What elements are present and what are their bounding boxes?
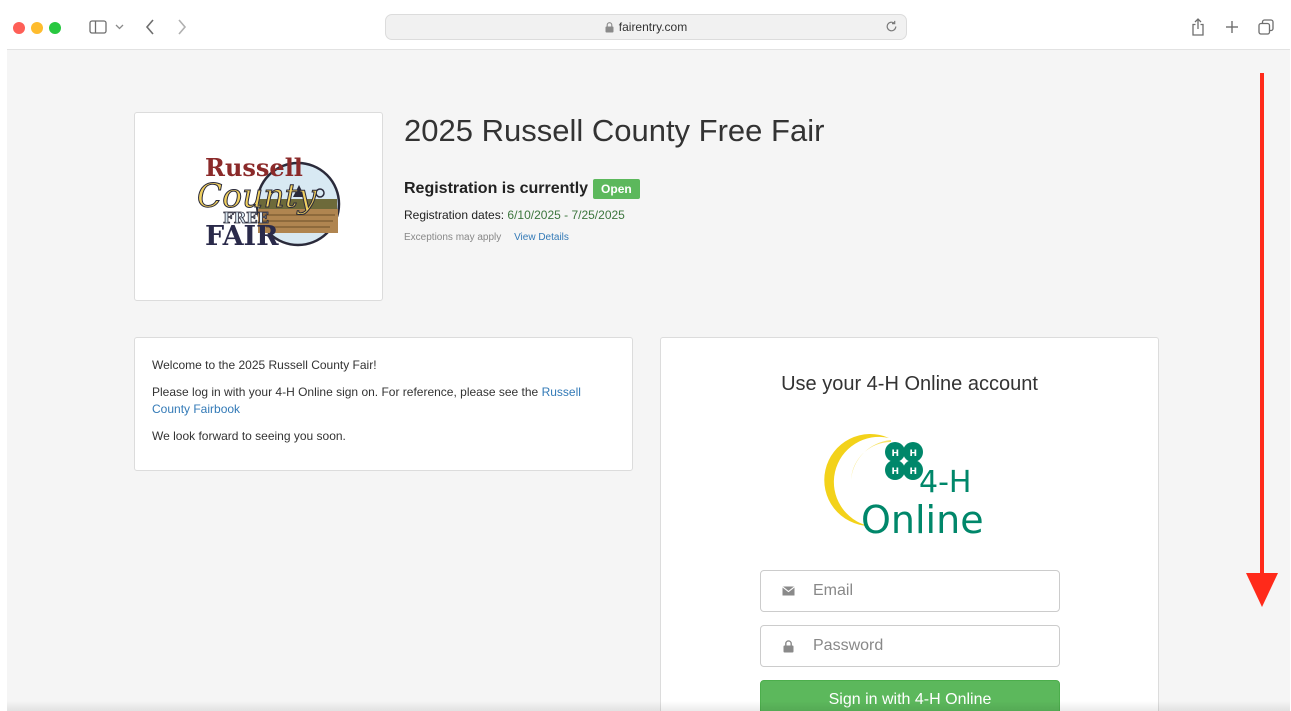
welcome-line-1: Welcome to the 2025 Russell County Fair!: [152, 358, 377, 372]
close-window-button[interactable]: [13, 22, 25, 34]
logo-text-fair: FAIR: [205, 221, 279, 252]
registration-status: Registration is currently Open: [404, 179, 640, 199]
welcome-line-2: Please log in with your 4-H Online sign …: [152, 384, 615, 418]
svg-text:H: H: [892, 467, 900, 477]
lock-icon: [605, 21, 614, 33]
back-icon[interactable]: [145, 16, 155, 38]
share-icon[interactable]: [1191, 16, 1205, 38]
login-card: Use your 4-H Online account HH HH 4-H On…: [660, 337, 1159, 711]
address-bar[interactable]: fairentry.com: [385, 14, 907, 40]
login-heading: Use your 4-H Online account: [781, 373, 1038, 395]
email-field[interactable]: [760, 570, 1060, 612]
email-input[interactable]: [813, 582, 1043, 600]
svg-text:H: H: [910, 449, 918, 459]
welcome-card: Welcome to the 2025 Russell County Fair!…: [134, 337, 633, 471]
reload-icon[interactable]: [885, 20, 898, 36]
sidebar-icon[interactable]: [89, 16, 107, 38]
logo-text-4h: 4-H: [919, 465, 971, 500]
4h-online-logo: HH HH 4-H Online: [824, 434, 984, 540]
forward-icon[interactable]: [177, 16, 187, 38]
down-arrow-icon: [1246, 73, 1278, 607]
fair-logo-card: Russell County FREE FAIR: [134, 112, 383, 301]
browser-toolbar: fairentry.com: [7, 6, 1290, 50]
page-content: Russell County FREE FAIR 2025 Russell Co…: [7, 51, 1290, 711]
russell-county-fair-logo: Russell County FREE FAIR: [197, 153, 341, 252]
zoom-window-button[interactable]: [49, 22, 61, 34]
logo-text-online: Online: [861, 498, 984, 540]
dates-label: Registration dates:: [404, 208, 505, 222]
chevron-down-icon[interactable]: [115, 16, 124, 38]
svg-text:H: H: [910, 467, 918, 477]
status-badge: Open: [593, 179, 640, 199]
minimize-window-button[interactable]: [31, 22, 43, 34]
exceptions-line: Exceptions may apply View Details: [404, 232, 569, 243]
welcome-line-2-text: Please log in with your 4-H Online sign …: [152, 385, 539, 399]
address-text: fairentry.com: [618, 20, 688, 34]
password-input[interactable]: [813, 637, 1043, 655]
password-field[interactable]: [760, 625, 1060, 667]
registration-label: Registration is currently: [404, 180, 589, 197]
tabs-icon[interactable]: [1258, 16, 1274, 38]
dates-value: 6/10/2025 - 7/25/2025: [507, 208, 625, 222]
page-bottom-shadow: [7, 701, 1290, 711]
exceptions-text: Exceptions may apply: [404, 232, 502, 243]
plus-icon[interactable]: [1225, 16, 1239, 38]
svg-text:H: H: [892, 449, 900, 459]
password-lock-icon: [781, 639, 795, 653]
registration-dates: Registration dates: 6/10/2025 - 7/25/202…: [404, 208, 625, 222]
view-details-link[interactable]: View Details: [514, 232, 569, 243]
browser-window: fairentry.com Russell County FREE FAIR 2…: [7, 6, 1290, 711]
page-title: 2025 Russell County Free Fair: [404, 113, 825, 148]
welcome-line-3: We look forward to seeing you soon.: [152, 429, 346, 443]
envelope-icon: [781, 586, 795, 596]
